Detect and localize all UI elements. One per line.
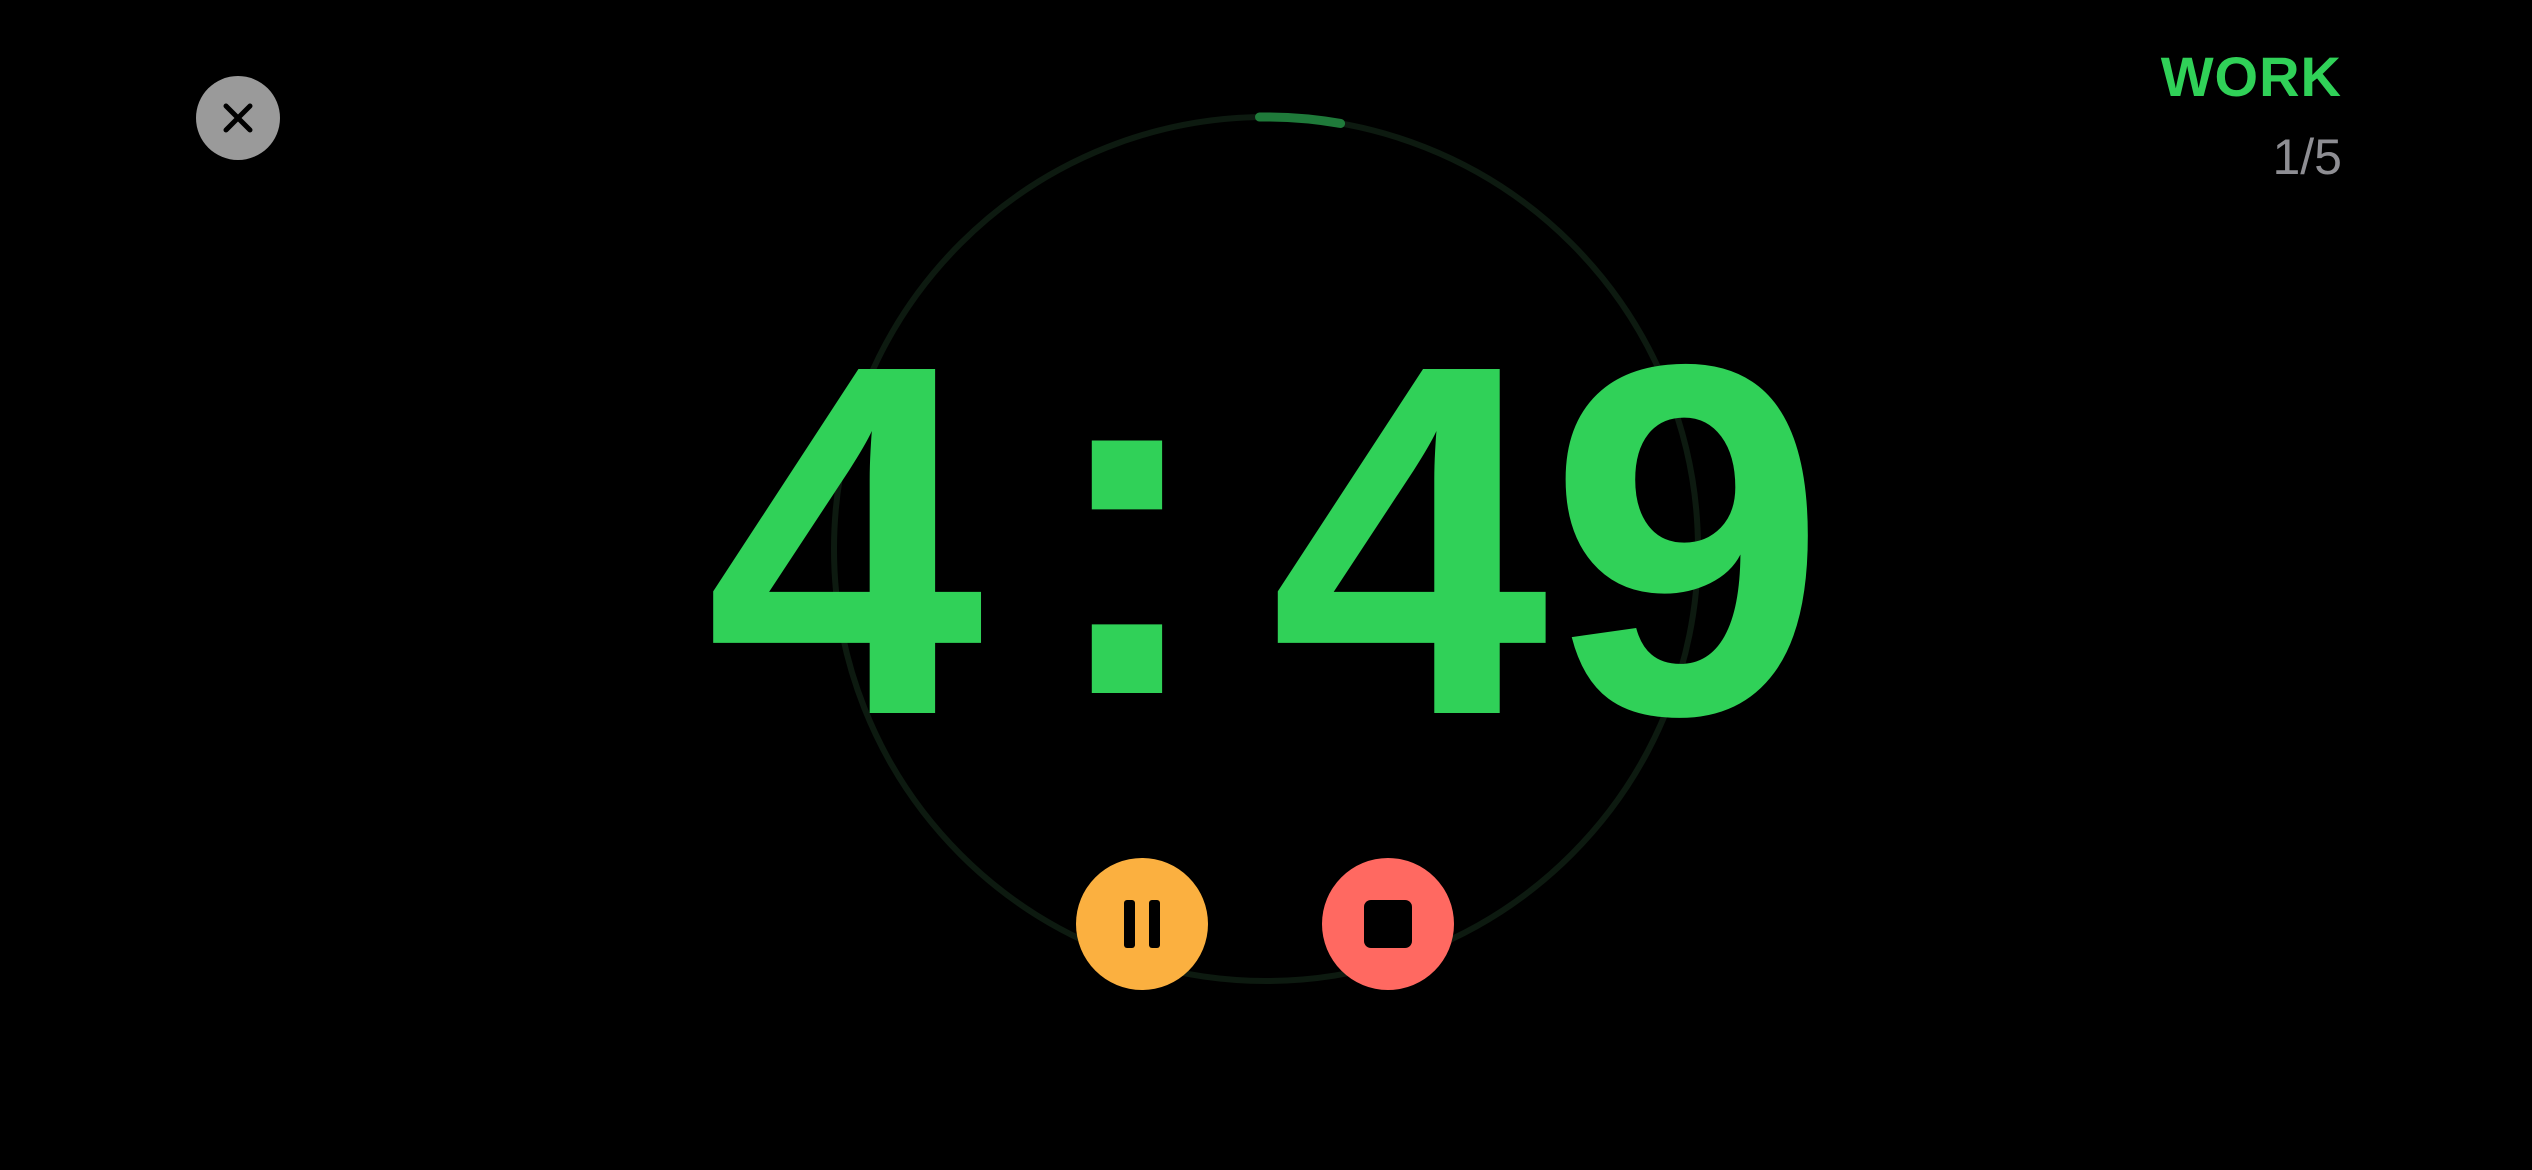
phase-label: WORK [2160,45,2342,108]
close-button[interactable] [196,76,280,160]
time-display: 4 : 49 [640,270,1892,790]
time-separator: : [1043,240,1211,799]
progress-ring-fill [1255,112,1346,128]
timer-controls [0,858,2532,992]
time-seconds: 49 [1270,260,1827,819]
time-minutes: 4 [705,260,984,819]
pause-icon [1124,900,1160,948]
pause-button[interactable] [1076,858,1208,990]
close-icon [223,103,253,133]
stop-icon [1364,900,1412,948]
round-counter: 1/5 [2272,129,2342,185]
stop-button[interactable] [1322,858,1454,990]
